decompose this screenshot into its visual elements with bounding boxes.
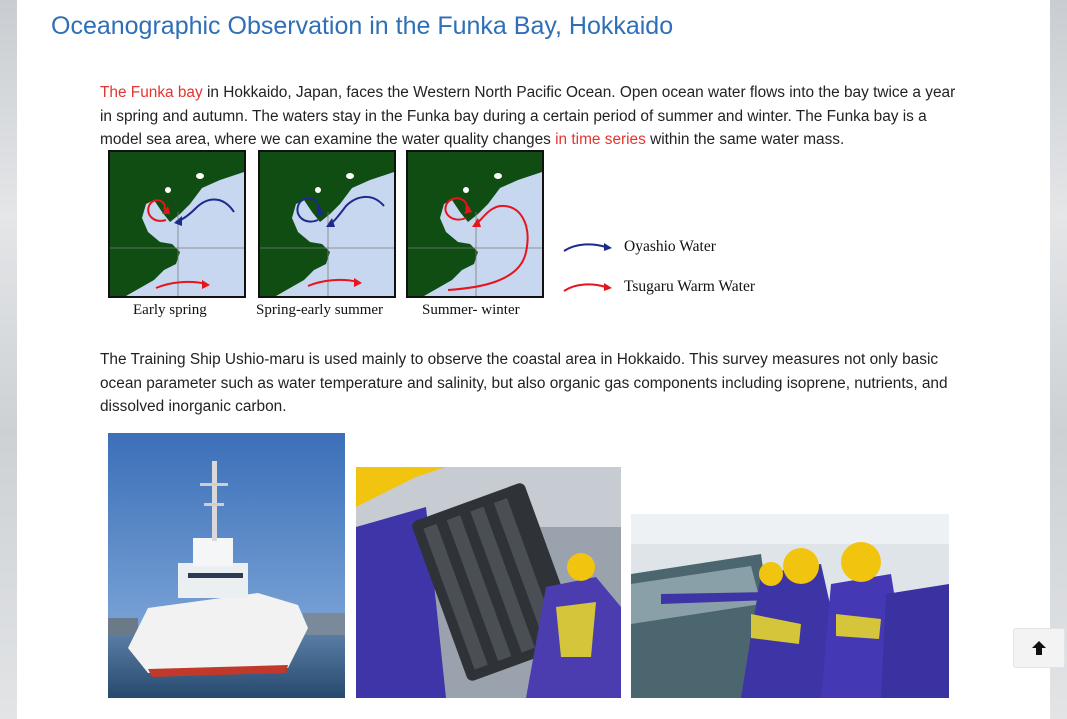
legend-label-tsugaru: Tsugaru Warm Water bbox=[624, 278, 756, 295]
back-to-top-button[interactable] bbox=[1013, 628, 1065, 668]
oyashio-arrow-icon bbox=[563, 243, 612, 252]
legend-oyashio: Oyashio Water bbox=[562, 238, 716, 256]
legend-tsugaru: Tsugaru Warm Water bbox=[562, 278, 755, 296]
training-ship-photo bbox=[108, 433, 345, 698]
map-caption-spring-early-summer: Spring-early summer bbox=[256, 302, 384, 318]
legend-label-oyashio: Oyashio Water bbox=[624, 238, 716, 255]
water-sampler-rosette-photo bbox=[356, 467, 621, 698]
page-background-left bbox=[0, 0, 17, 719]
map-caption-early-spring: Early spring bbox=[133, 302, 207, 318]
survey-paragraph: The Training Ship Ushio-maru is used mai… bbox=[100, 351, 948, 415]
map-summer-winter bbox=[406, 150, 544, 298]
map-early-spring bbox=[108, 150, 246, 298]
intro-paragraph: The Funka bay in Hokkaido, Japan, faces … bbox=[100, 81, 960, 152]
article-page: Oceanographic Observation in the Funka B… bbox=[17, 0, 1050, 719]
time-series-link[interactable]: in time series bbox=[555, 131, 646, 148]
arrow-up-icon bbox=[1032, 641, 1046, 655]
crew-observation-photo bbox=[631, 514, 949, 698]
tsugaru-arrow-icon bbox=[563, 283, 612, 292]
page-title: Oceanographic Observation in the Funka B… bbox=[51, 12, 674, 40]
intro-text-b: within the same water mass. bbox=[645, 131, 845, 148]
map-caption-summer-winter: Summer- winter bbox=[422, 302, 520, 318]
page-background-right bbox=[1050, 0, 1067, 719]
map-spring-early-summer bbox=[258, 150, 396, 298]
funka-bay-link[interactable]: The Funka bay bbox=[100, 84, 203, 101]
